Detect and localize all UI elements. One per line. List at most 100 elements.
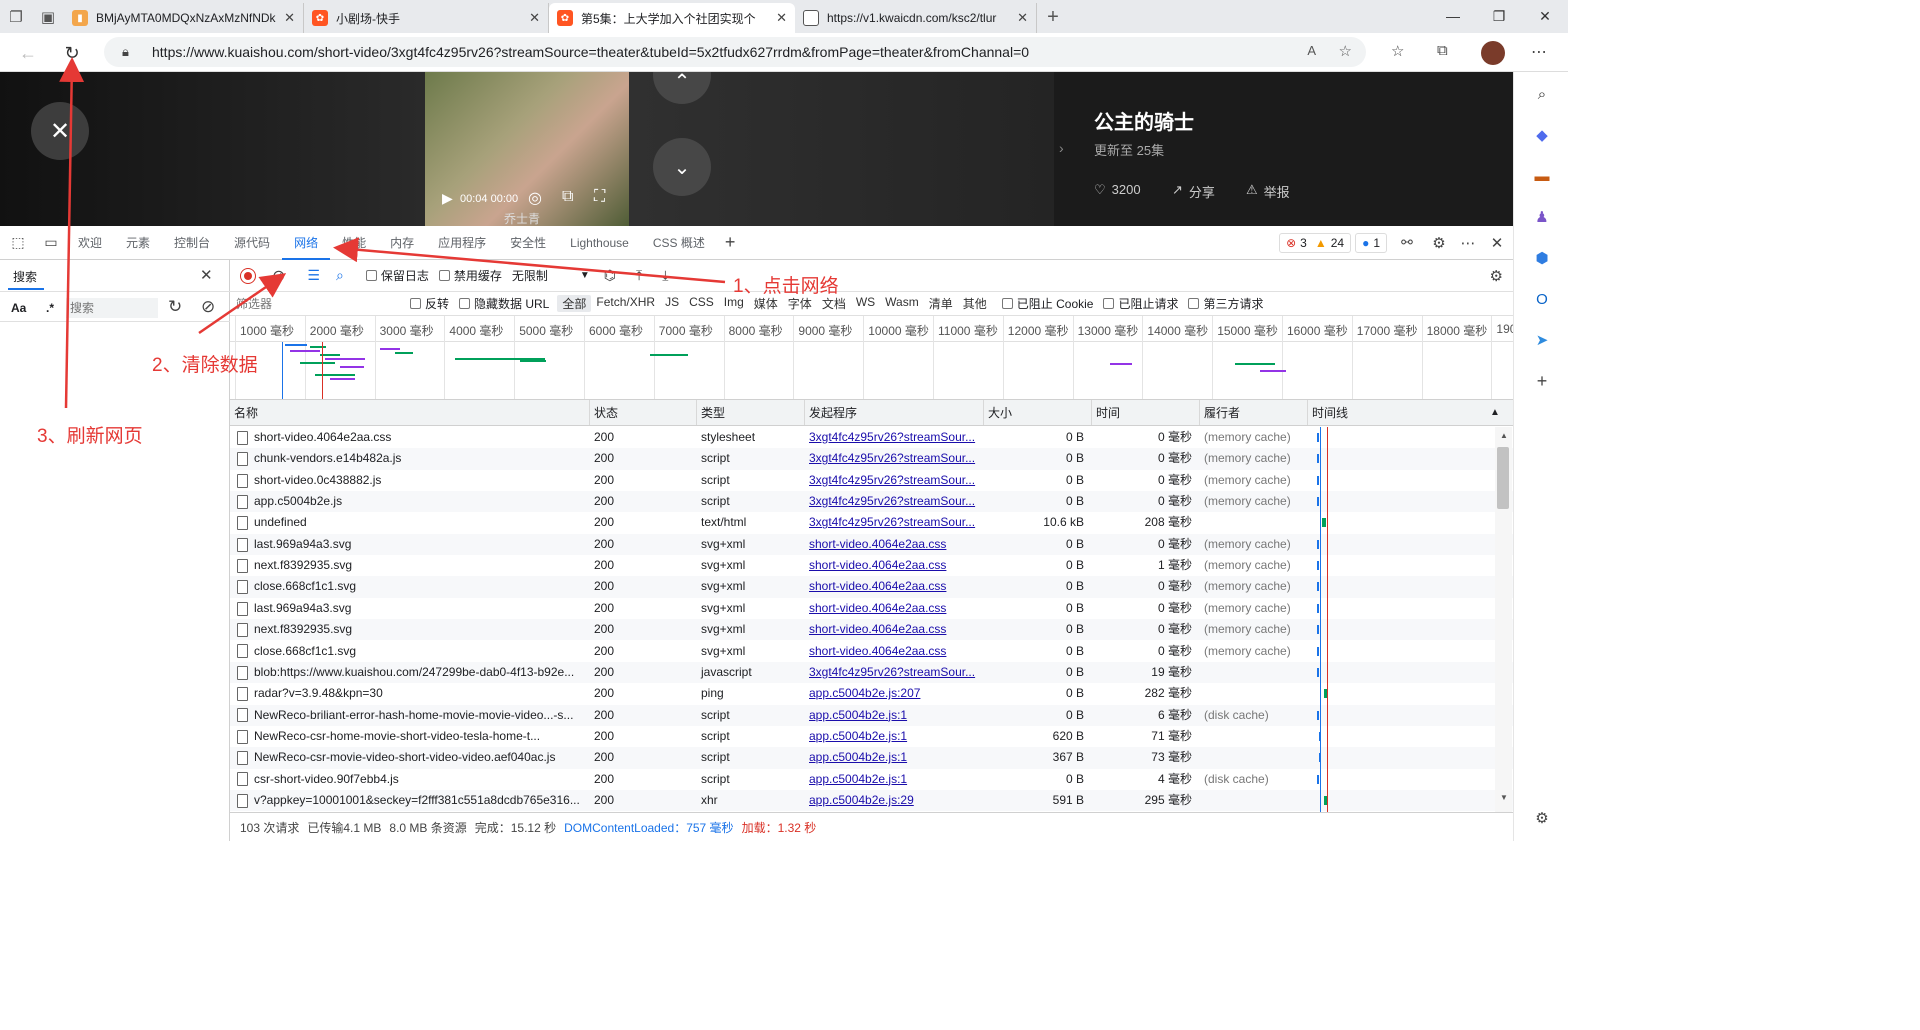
col-name[interactable]: 名称 [230,400,590,425]
share-button[interactable]: ↗ 分享 [1172,182,1215,201]
close-icon[interactable]: ✕ [776,10,787,26]
add-sidebar-icon[interactable]: + [1531,370,1553,392]
tab-application[interactable]: 应用程序 [426,226,498,260]
tools-icon[interactable]: ▬ [1531,165,1553,187]
close-icon[interactable]: ✕ [529,10,540,26]
refresh-icon[interactable]: ↻ [58,39,86,67]
tab-memory[interactable]: 内存 [378,226,426,260]
close-icon[interactable]: ✕ [284,10,295,26]
request-initiator[interactable]: 3xgt4fc4z95rv26?streamSour... [805,470,981,491]
settings-icon[interactable]: ◎ [528,188,542,208]
devtools-close-icon[interactable]: ✕ [1481,234,1513,252]
tab-welcome[interactable]: 欢迎 [66,226,114,260]
preserve-log-checkbox[interactable] [365,270,377,281]
clear-button[interactable]: ⊘ [272,266,285,286]
sort-up-icon[interactable]: ▲ [1490,407,1500,418]
col-waterfall[interactable]: 时间线 [1308,400,1513,425]
match-case-button[interactable]: Aa [11,301,26,315]
tab-lighthouse[interactable]: Lighthouse [558,226,641,260]
col-initiator[interactable]: 发起程序 [805,400,984,425]
tab-sources[interactable]: 源代码 [222,226,282,260]
search-icon[interactable]: ⌕ [336,267,344,284]
network-settings-icon[interactable]: ⚙ [1490,267,1503,285]
shopping-icon[interactable]: ◆ [1531,124,1553,146]
connect-icon[interactable]: ⚯ [1391,234,1423,251]
type-filter[interactable]: 全部 [557,295,592,312]
type-filter[interactable]: CSS [684,295,719,312]
close-icon[interactable]: ✕ [200,266,213,284]
col-fulfilled-by[interactable]: 履行者 [1200,400,1308,425]
tab-elements[interactable]: 元素 [114,226,162,260]
read-aloud-icon[interactable]: A [1307,43,1316,58]
favorites-icon[interactable]: ☆ [1391,42,1404,60]
office-icon[interactable]: ⬢ [1531,247,1553,269]
request-initiator[interactable]: 3xgt4fc4z95rv26?streamSour... [805,427,981,448]
workspaces-icon[interactable]: ❐ [0,1,32,33]
export-har-icon[interactable]: ⤓ [662,267,668,284]
col-type[interactable]: 类型 [697,400,805,425]
issues-badge[interactable]: ⊗ 3 ▲ 24 [1279,232,1352,253]
back-icon[interactable]: ← [14,39,42,67]
tab-css-overview[interactable]: CSS 概述 [641,226,717,260]
search-icon[interactable]: ⌕ [1531,83,1553,105]
address-bar[interactable]: 🔒︎ https://www.kuaishou.com/short-video/… [104,37,1366,67]
next-episode-button[interactable]: ⌄ [653,138,711,196]
sidebar-settings-icon[interactable]: ⚙ [1531,807,1553,829]
more-tools-icon[interactable]: + [725,232,736,253]
col-time[interactable]: 时间 [1092,400,1200,425]
play-icon[interactable]: ▶ [442,190,453,207]
request-initiator[interactable]: app.c5004b2e.js:1 [805,747,981,768]
window-close-icon[interactable]: ✕ [1522,0,1568,32]
scrollbar-thumb[interactable] [1497,447,1509,509]
tab-network[interactable]: 网络 [282,226,331,260]
browser-tab-4[interactable]: https://v1.kwaicdn.com/ksc2/tlur ✕ [795,3,1037,33]
third-party-checkbox[interactable] [1188,298,1200,309]
browser-tab-1[interactable]: ▮ BMjAyMTA0MDQxNzAxMzNfNDk ✕ [64,3,304,33]
throttling-select[interactable]: 无限制 ▼ [512,267,590,284]
browser-tab-3[interactable]: ✿ 第5集：上大学加入个社团实现个 ✕ [549,3,795,33]
more-icon[interactable]: ⋯ [1531,42,1547,62]
avatar[interactable] [1481,41,1505,65]
request-initiator[interactable]: app.c5004b2e.js:207 [805,683,981,704]
browser-tab-2[interactable]: ✿ 小剧场-快手 ✕ [304,3,549,33]
request-initiator[interactable]: 3xgt4fc4z95rv26?streamSour... [805,448,981,469]
request-initiator[interactable]: short-video.4064e2aa.css [805,641,981,662]
col-status[interactable]: 状态 [590,400,697,425]
blocked-cookies-checkbox[interactable] [1001,298,1013,309]
send-icon[interactable]: ➤ [1531,329,1553,351]
filter-input[interactable] [230,293,400,314]
close-player-button[interactable]: ✕ [31,102,89,160]
table-scrollbar[interactable]: ▲ ▼ [1495,427,1512,812]
request-initiator[interactable]: short-video.4064e2aa.css [805,598,981,619]
type-filter[interactable]: Wasm [880,295,924,312]
fullscreen-icon[interactable]: ⛶ [594,188,605,206]
devtools-more-icon[interactable]: ⋯ [1455,234,1481,252]
inspect-icon[interactable]: ⬚ [0,234,36,251]
minimize-icon[interactable]: — [1430,0,1476,32]
tab-actions-icon[interactable]: ▣ [32,1,64,33]
refresh-search-icon[interactable]: ↻ [168,297,182,317]
collections-icon[interactable]: ⧉ [1437,42,1448,59]
request-initiator[interactable]: app.c5004b2e.js:1 [805,705,981,726]
type-filter[interactable]: WS [851,295,880,312]
type-filter[interactable]: JS [660,295,684,312]
col-size[interactable]: 大小 [984,400,1092,425]
request-initiator[interactable]: app.c5004b2e.js:29 [805,790,981,811]
outlook-icon[interactable]: O [1531,288,1553,310]
regex-button[interactable]: .* [46,301,54,315]
request-initiator[interactable]: short-video.4064e2aa.css [805,534,981,555]
tab-console[interactable]: 控制台 [162,226,222,260]
messages-badge[interactable]: ● 1 [1355,232,1387,253]
request-initiator[interactable]: app.c5004b2e.js:1 [805,726,981,747]
network-overview[interactable]: 1000 毫秒 2000 毫秒 3000 毫秒 4000 毫秒 5000 毫秒 6000 … [230,316,1513,400]
request-initiator[interactable]: app.c5004b2e.js:1 [805,769,981,790]
tab-security[interactable]: 安全性 [498,226,558,260]
tab-performance[interactable]: 性能 [330,226,378,260]
device-toolbar-icon[interactable]: ▭ [36,234,66,251]
like-button[interactable]: ♡ 3200 [1094,182,1141,198]
restore-icon[interactable]: ❐ [1476,0,1522,32]
type-filter[interactable]: 清单 [924,295,958,312]
request-initiator[interactable]: 3xgt4fc4z95rv26?streamSour... [805,512,981,533]
record-button[interactable] [240,267,256,284]
request-initiator[interactable]: short-video.4064e2aa.css [805,576,981,597]
